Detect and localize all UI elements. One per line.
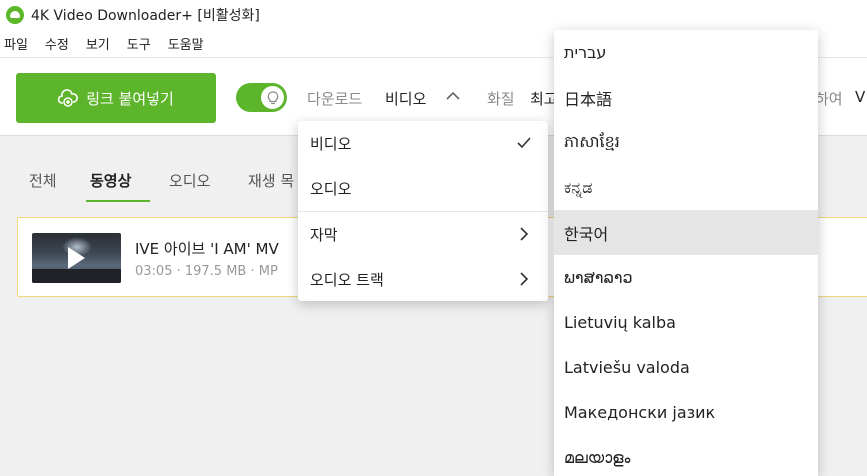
play-icon[interactable] [68,247,85,269]
menu-item-subtitles[interactable]: 자막 [298,212,548,257]
chevron-right-icon [520,227,529,241]
menu-item-label: 오디오 [310,180,352,198]
paste-link-label: 링크 붙여넣기 [86,89,174,108]
download-type-menu: 비디오 오디오 자막 오디오 트랙 [298,121,548,301]
chevron-up-icon[interactable] [445,90,461,102]
tab-video[interactable]: 동영상 [90,170,131,191]
video-thumbnail[interactable] [32,233,121,283]
smart-mode-toggle[interactable] [236,83,287,112]
language-list: עברית 日本語 ភាសាខ្មែរ ಕನ್ನಡ 한국어 ພາສາລາວ Li… [554,30,818,476]
menu-item-label: 비디오 [310,135,352,153]
active-tab-indicator [86,200,150,202]
language-item-hebrew[interactable]: עברית [554,30,818,75]
lightbulb-icon [267,90,278,104]
menu-view[interactable]: 보기 [86,34,110,53]
chevron-right-icon [520,272,529,286]
menu-file[interactable]: 파일 [4,34,28,53]
menu-item-label: 오디오 트랙 [310,271,384,289]
menu-help[interactable]: 도움말 [168,34,204,53]
title-bar: 4K Video Downloader+ [비활성화] [0,0,867,30]
language-item-lao[interactable]: ພາສາລາວ [554,255,818,300]
language-item-korean[interactable]: 한국어 [554,210,818,255]
menu-item-audio[interactable]: 오디오 [298,166,548,211]
language-item-khmer[interactable]: ភាសាខ្មែរ [554,120,818,165]
quality-label[interactable]: 화질 [487,88,515,109]
language-item-kannada[interactable]: ಕನ್ನಡ [554,165,818,210]
window-title: 4K Video Downloader+ [비활성화] [31,8,260,24]
item-title: IVE 아이브 'I AM' MV [135,240,279,258]
check-icon [517,137,531,149]
language-item-malayalam[interactable]: മലയാളം [554,435,818,476]
tab-playlists[interactable]: 재생 목 [248,170,294,191]
language-item-japanese[interactable]: 日本語 [554,75,818,120]
item-meta: 03:05 · 197.5 MB · MP [135,264,278,279]
language-item-latvian[interactable]: Latviešu valoda [554,345,818,390]
save-to-value[interactable]: V [855,88,865,106]
paste-link-button[interactable]: 링크 붙여넣기 [16,73,216,123]
menu-tools[interactable]: 도구 [127,34,151,53]
menu-item-audio-track[interactable]: 오디오 트랙 [298,257,548,302]
toggle-knob [261,86,284,109]
save-to-label[interactable]: 하여 [815,88,843,109]
tab-audio[interactable]: 오디오 [169,170,210,191]
paste-link-icon [58,89,79,107]
menu-edit[interactable]: 수정 [45,34,69,53]
thumbnail-stage-floor [32,269,121,283]
download-type-label[interactable]: 다운로드 [307,88,362,109]
language-item-lithuanian[interactable]: Lietuvių kalba [554,300,818,345]
language-item-macedonian[interactable]: Македонски јазик [554,390,818,435]
tab-all[interactable]: 전체 [29,170,57,191]
download-type-value[interactable]: 비디오 [385,88,426,109]
menu-item-label: 자막 [310,226,338,244]
menu-item-video[interactable]: 비디오 [298,121,548,166]
app-logo-icon [6,6,24,24]
